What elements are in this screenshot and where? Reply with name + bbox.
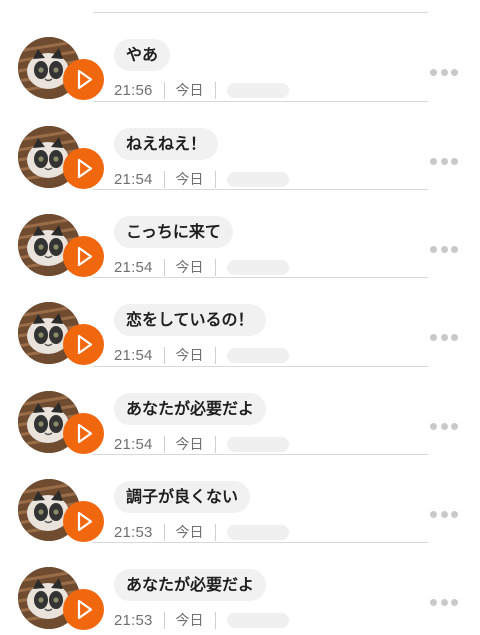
meta-separator — [163, 523, 165, 541]
message-item[interactable]: こっちに来て 21:54 今日 — [0, 189, 480, 277]
message-day: 今日 — [175, 613, 204, 629]
redacted-sender — [226, 171, 289, 187]
meta-separator — [163, 435, 165, 453]
play-button[interactable] — [63, 589, 104, 630]
message-meta: 21:53 今日 — [114, 610, 289, 630]
redacted-sender — [226, 524, 289, 540]
play-icon — [77, 246, 93, 267]
message-bubble: 恋をしているの！ — [114, 304, 266, 336]
message-item[interactable]: 調子が良くない 21:53 今日 — [0, 454, 480, 542]
play-icon — [77, 423, 93, 444]
meta-separator — [214, 523, 216, 541]
avatar-group — [18, 214, 104, 282]
message-item[interactable]: ねえねえ！ 21:54 今日 — [0, 101, 480, 189]
meta-separator — [163, 611, 165, 629]
redacted-sender — [226, 347, 289, 363]
avatar-group — [18, 37, 104, 105]
message-meta: 21:54 今日 — [114, 434, 289, 454]
avatar-group — [18, 391, 104, 459]
redacted-sender — [226, 436, 289, 452]
more-options-icon[interactable] — [430, 332, 458, 342]
play-button[interactable] — [63, 413, 104, 454]
message-day: 今日 — [175, 83, 204, 99]
meta-separator — [214, 81, 216, 99]
message-item[interactable]: あなたが必要だよ 21:53 今日 — [0, 542, 480, 630]
message-day: 今日 — [175, 525, 204, 541]
meta-separator — [214, 258, 216, 276]
more-options-icon[interactable] — [430, 597, 458, 607]
message-item[interactable]: あなたが必要だよ 21:54 今日 — [0, 366, 480, 454]
message-day: 今日 — [175, 172, 204, 188]
message-time: 21:56 — [114, 81, 153, 99]
message-day: 今日 — [175, 437, 204, 453]
meta-separator — [163, 81, 165, 99]
message-meta: 21:53 今日 — [114, 522, 289, 542]
play-icon — [77, 599, 93, 620]
message-time: 21:54 — [114, 435, 153, 453]
message-day: 今日 — [175, 260, 204, 276]
message-day: 今日 — [175, 348, 204, 364]
play-icon — [77, 511, 93, 532]
meta-separator — [214, 435, 216, 453]
meta-separator — [214, 346, 216, 364]
message-bubble: ねえねえ！ — [114, 128, 219, 160]
play-button[interactable] — [63, 236, 104, 277]
play-icon — [77, 158, 93, 179]
more-options-icon[interactable] — [430, 509, 458, 519]
avatar-group — [18, 302, 104, 370]
message-time: 21:54 — [114, 258, 153, 276]
meta-separator — [163, 258, 165, 276]
play-button[interactable] — [63, 501, 104, 542]
more-options-icon[interactable] — [430, 244, 458, 254]
meta-separator — [214, 611, 216, 629]
redacted-sender — [226, 612, 289, 628]
message-item[interactable]: 恋をしているの！ 21:54 今日 — [0, 277, 480, 365]
message-bubble: あなたが必要だよ — [114, 393, 267, 425]
message-meta: 21:54 今日 — [114, 345, 289, 365]
avatar-group — [18, 567, 104, 635]
play-button[interactable] — [63, 148, 104, 189]
message-time: 21:54 — [114, 346, 153, 364]
message-bubble: あなたが必要だよ — [114, 569, 267, 601]
message-meta: 21:56 今日 — [114, 80, 289, 100]
message-time: 21:53 — [114, 611, 153, 629]
meta-separator — [214, 170, 216, 188]
message-bubble: 調子が良くない — [114, 481, 251, 513]
message-meta: 21:54 今日 — [114, 257, 289, 277]
redacted-sender — [226, 82, 289, 98]
more-options-icon[interactable] — [430, 421, 458, 431]
meta-separator — [163, 346, 165, 364]
message-item[interactable]: やあ 21:56 今日 — [0, 12, 480, 100]
meta-separator — [163, 170, 165, 188]
message-time: 21:53 — [114, 523, 153, 541]
avatar-group — [18, 479, 104, 547]
voice-message-list: やあ 21:56 今日 ねえねえ！ 21:54 今日 こっちに来て 21:54 … — [0, 0, 480, 630]
more-options-icon[interactable] — [430, 156, 458, 166]
play-button[interactable] — [63, 324, 104, 365]
more-options-icon[interactable] — [430, 67, 458, 77]
message-bubble: やあ — [114, 39, 171, 71]
message-meta: 21:54 今日 — [114, 169, 289, 189]
play-icon — [77, 69, 93, 90]
message-bubble: こっちに来て — [114, 216, 233, 248]
play-icon — [77, 334, 93, 355]
message-time: 21:54 — [114, 170, 153, 188]
redacted-sender — [226, 259, 289, 275]
avatar-group — [18, 126, 104, 194]
play-button[interactable] — [63, 59, 104, 100]
